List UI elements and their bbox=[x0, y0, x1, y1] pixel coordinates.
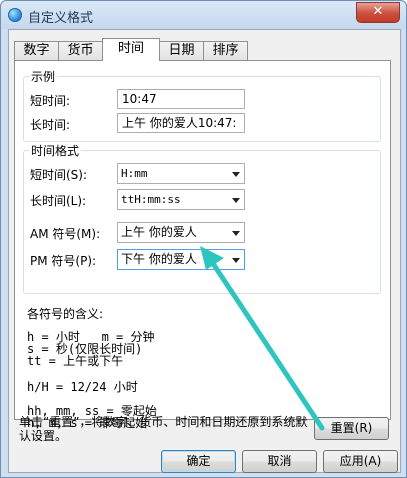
example-short-time-value: 10:47 bbox=[117, 89, 245, 109]
short-time-format-label: 短时间(S): bbox=[30, 168, 88, 182]
tab-date[interactable]: 日期 bbox=[159, 41, 204, 60]
tab-sort[interactable]: 排序 bbox=[203, 41, 248, 60]
am-symbol-label: AM 符号(M): bbox=[30, 227, 101, 241]
globe-icon bbox=[8, 8, 22, 22]
am-symbol-value: 上午 你的爱人 bbox=[121, 225, 197, 239]
tab-number[interactable]: 数字 bbox=[14, 41, 59, 60]
long-time-format-select[interactable]: ttH:mm:ss bbox=[117, 189, 245, 210]
am-symbol-select[interactable]: 上午 你的爱人 bbox=[117, 222, 245, 243]
example-group-title: 示例 bbox=[29, 68, 58, 85]
chevron-down-icon bbox=[232, 198, 240, 203]
long-time-format-label: 长时间(L): bbox=[30, 194, 87, 208]
window-title: 自定义格式 bbox=[28, 11, 94, 26]
close-button[interactable]: ✕ bbox=[356, 2, 400, 23]
example-group: 示例 短时间: 10:47 长时间: 上午 你的爱人10:47: bbox=[23, 68, 381, 142]
title-bar[interactable]: 自定义格式 ✕ bbox=[1, 1, 406, 29]
explanation-line-3: tt = 上午或下午 bbox=[27, 354, 124, 368]
chevron-down-icon bbox=[232, 172, 240, 177]
chevron-down-icon bbox=[232, 258, 240, 263]
time-tab-page: 示例 短时间: 10:47 长时间: 上午 你的爱人10:47: 时间格式 短时… bbox=[14, 60, 391, 430]
short-time-format-select[interactable]: H:mm bbox=[117, 163, 245, 184]
short-time-format-value: H:mm bbox=[121, 167, 148, 180]
close-icon: ✕ bbox=[372, 4, 384, 19]
reset-button[interactable]: 重置(R) bbox=[314, 417, 389, 440]
ok-button[interactable]: 确定 bbox=[161, 450, 236, 473]
pm-symbol-label: PM 符号(P): bbox=[30, 254, 97, 268]
long-time-format-value: ttH:mm:ss bbox=[121, 193, 181, 206]
tab-currency[interactable]: 货币 bbox=[58, 41, 103, 60]
cancel-button[interactable]: 取消 bbox=[242, 450, 317, 473]
apply-button[interactable]: 应用(A) bbox=[323, 450, 398, 473]
time-format-group-title: 时间格式 bbox=[29, 142, 82, 159]
pm-symbol-value: 下午 你的爱人 bbox=[121, 252, 197, 266]
dialog-window: 自定义格式 ✕ 数字 货币 时间 日期 排序 示例 短时间: 10:47 长时间… bbox=[0, 0, 407, 478]
reset-note: 单击“重置”，将数字、货币、时间和日期还原到系统默认设置。 bbox=[19, 415, 308, 443]
example-short-time-label: 短时间: bbox=[30, 94, 71, 108]
explanation-line-4: h/H = 12/24 小时 bbox=[27, 380, 138, 394]
tab-time[interactable]: 时间 bbox=[102, 38, 160, 61]
example-long-time-label: 长时间: bbox=[30, 118, 71, 132]
chevron-down-icon bbox=[232, 231, 240, 236]
pm-symbol-select[interactable]: 下午 你的爱人 bbox=[117, 249, 245, 270]
explanation-heading: 各符号的含义: bbox=[27, 307, 104, 321]
time-format-group: 时间格式 短时间(S): H:mm 长时间(L): ttH:mm:ss AM 符… bbox=[23, 142, 381, 294]
example-long-time-value: 上午 你的爱人10:47: bbox=[117, 113, 245, 133]
dialog-client: 数字 货币 时间 日期 排序 示例 短时间: 10:47 长时间: 上午 你的爱… bbox=[8, 29, 401, 473]
